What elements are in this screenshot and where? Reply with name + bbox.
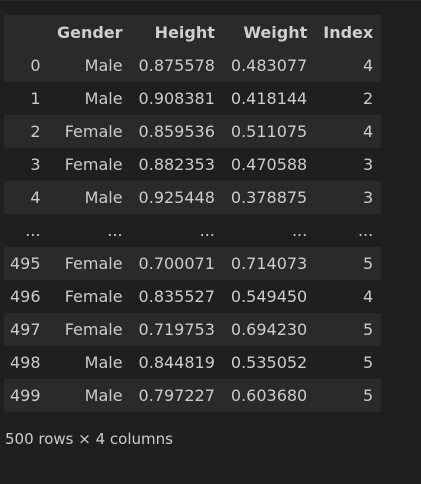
- cell-weight: ...: [291, 221, 308, 240]
- cell-index: 3: [363, 188, 374, 207]
- cell-gender: Female: [64, 254, 123, 273]
- cell-gender: Male: [84, 56, 123, 75]
- cell-height: 0.882353: [138, 155, 215, 174]
- header-gender: Gender: [56, 22, 123, 42]
- cell-weight: 0.714073: [230, 254, 308, 273]
- cell-gender: Male: [84, 386, 123, 405]
- cell-gender: Female: [64, 122, 123, 141]
- cell-gender: Male: [84, 89, 123, 108]
- cell-weight: 0.378875: [230, 188, 308, 207]
- row-index: 0: [30, 56, 41, 75]
- table-row: 3 Female 0.882353 0.470588 3: [4, 148, 382, 181]
- table-row: 4 Male 0.925448 0.378875 3: [4, 181, 382, 214]
- cell-gender: ...: [107, 221, 123, 240]
- row-index: 496: [10, 287, 41, 306]
- table-row: 499 Male 0.797227 0.603680 5: [4, 379, 382, 412]
- cell-index: 3: [363, 155, 374, 174]
- table-header: Gender Height Weight Index: [4, 15, 382, 49]
- cell-height: ...: [199, 221, 215, 240]
- header-height: Height: [154, 22, 215, 42]
- cell-height: 0.700071: [138, 254, 215, 273]
- cell-index: 5: [363, 386, 374, 405]
- cell-index: 4: [363, 287, 374, 306]
- cell-index: 5: [363, 320, 374, 339]
- header-row: Gender Height Weight Index: [4, 15, 382, 49]
- row-index: 2: [30, 122, 41, 141]
- row-index: 3: [30, 155, 41, 174]
- header-index: Index: [323, 22, 374, 42]
- cell-weight: 0.694230: [230, 320, 308, 339]
- table-row: 497 Female 0.719753 0.694230 5: [4, 313, 382, 346]
- row-index: 498: [10, 353, 41, 372]
- cell-gender: Male: [84, 353, 123, 372]
- cell-gender: Female: [64, 320, 123, 339]
- row-index: 1: [30, 89, 41, 108]
- cell-weight: 0.483077: [230, 56, 308, 75]
- dataframe-table: Gender Height Weight Index 0 Male 0.8755…: [4, 15, 382, 412]
- top-divider: [0, 0, 421, 1]
- row-index: 499: [10, 386, 41, 405]
- table-row: 2 Female 0.859536 0.511075 4: [4, 115, 382, 148]
- cell-height: 0.925448: [138, 188, 215, 207]
- table-row: 496 Female 0.835527 0.549450 4: [4, 280, 382, 313]
- table-row: 495 Female 0.700071 0.714073 5: [4, 247, 382, 280]
- cell-height: 0.908381: [138, 89, 215, 108]
- header-index-column: [4, 15, 49, 49]
- row-index: ...: [25, 221, 41, 240]
- cell-height: 0.875578: [138, 56, 215, 75]
- cell-index: 4: [363, 122, 374, 141]
- cell-height: 0.797227: [138, 386, 215, 405]
- row-index: 495: [10, 254, 41, 273]
- cell-weight: 0.470588: [230, 155, 308, 174]
- cell-index: ...: [357, 221, 374, 240]
- cell-height: 0.859536: [138, 122, 215, 141]
- cell-height: 0.844819: [138, 353, 215, 372]
- cell-index: 2: [363, 89, 374, 108]
- cell-weight: 0.418144: [230, 89, 308, 108]
- dataframe-shape-summary: 500 rows × 4 columns: [5, 430, 173, 448]
- ellipsis-row: ... ... ... ... ...: [4, 214, 382, 247]
- dataframe-output: Gender Height Weight Index 0 Male 0.8755…: [4, 15, 382, 412]
- cell-weight: 0.549450: [230, 287, 308, 306]
- cell-index: 4: [363, 56, 374, 75]
- cell-gender: Female: [64, 287, 123, 306]
- table-row: 1 Male 0.908381 0.418144 2: [4, 82, 382, 115]
- row-index: 497: [10, 320, 41, 339]
- cell-height: 0.835527: [138, 287, 215, 306]
- cell-index: 5: [363, 353, 374, 372]
- cell-index: 5: [363, 254, 374, 273]
- cell-height: 0.719753: [138, 320, 215, 339]
- table-row: 498 Male 0.844819 0.535052 5: [4, 346, 382, 379]
- table-row: 0 Male 0.875578 0.483077 4: [4, 49, 382, 82]
- cell-weight: 0.603680: [230, 386, 308, 405]
- cell-weight: 0.511075: [230, 122, 308, 141]
- row-index: 4: [30, 188, 41, 207]
- cell-gender: Male: [84, 188, 123, 207]
- cell-weight: 0.535052: [230, 353, 308, 372]
- table-body: 0 Male 0.875578 0.483077 4 1 Male 0.9083…: [4, 49, 382, 412]
- cell-gender: Female: [64, 155, 123, 174]
- header-weight: Weight: [243, 22, 308, 42]
